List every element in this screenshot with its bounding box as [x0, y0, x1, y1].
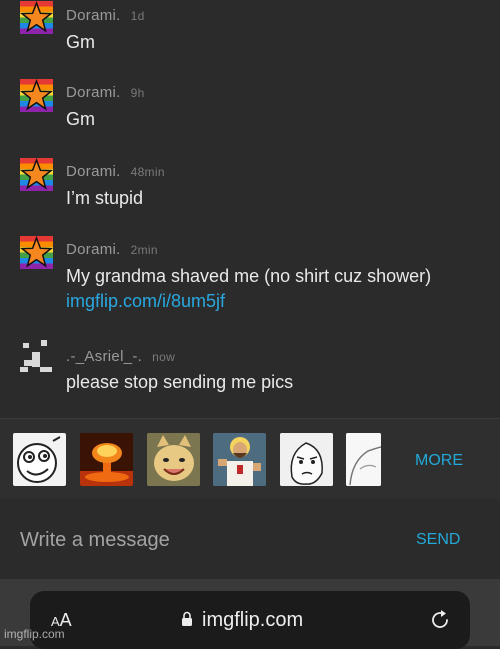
- star-icon: [20, 1, 53, 33]
- okay-guy-meme[interactable]: [280, 433, 333, 486]
- message-text: please stop sending me pics: [66, 372, 294, 392]
- address-bar[interactable]: AA imgflip.com: [30, 591, 470, 649]
- message-time: now: [152, 350, 176, 364]
- message-time: 48min: [130, 165, 165, 179]
- message-author[interactable]: .-_Asriel_-. now: [66, 348, 175, 365]
- smiling-cat-meme[interactable]: [147, 433, 200, 486]
- avatar[interactable]: [20, 236, 53, 269]
- message-time: 2min: [130, 243, 158, 257]
- star-icon: [20, 79, 53, 111]
- rage-face-meme[interactable]: [13, 433, 66, 486]
- browser-toolbar: AA imgflip.com: [0, 579, 500, 649]
- message-input[interactable]: Write a message: [20, 529, 170, 552]
- lock-icon: [182, 611, 192, 626]
- message-text: Gm: [66, 109, 95, 129]
- star-icon: [20, 158, 53, 190]
- avatar[interactable]: [20, 79, 53, 112]
- reload-icon[interactable]: [429, 609, 451, 631]
- message-text: My grandma shaved me (no shirt cuz showe…: [66, 266, 432, 286]
- message-author[interactable]: Dorami. 2min: [66, 241, 158, 258]
- message-time: 9h: [130, 86, 145, 100]
- message-link[interactable]: imgflip.com/i/8um5jf: [66, 291, 225, 312]
- message-author[interactable]: Dorami. 9h: [66, 84, 145, 101]
- url-text[interactable]: imgflip.com: [202, 609, 303, 632]
- chat-thread: Dorami. 1d Gm Dorami. 9h Gm Dorami. 48min I…: [0, 0, 500, 418]
- more-button[interactable]: MORE: [415, 452, 463, 470]
- buddy-christ-meme[interactable]: [213, 433, 266, 486]
- partial-meme[interactable]: [346, 433, 381, 486]
- message-author[interactable]: Dorami. 1d: [66, 7, 145, 24]
- message-time: 1d: [130, 9, 145, 23]
- message-composer: Write a message SEND: [0, 499, 500, 579]
- avatar[interactable]: [20, 158, 53, 191]
- nuke-explosion-meme[interactable]: [80, 433, 133, 486]
- pixel-face-avatar[interactable]: [20, 340, 53, 373]
- imgflip-watermark: imgflip.com: [4, 627, 65, 641]
- message-text: I’m stupid: [66, 188, 144, 208]
- meme-picker: MORE: [0, 418, 500, 500]
- avatar[interactable]: [20, 1, 53, 34]
- star-icon: [20, 236, 53, 268]
- message-text: Gm: [66, 32, 95, 52]
- send-button[interactable]: SEND: [416, 531, 460, 549]
- message-author[interactable]: Dorami. 48min: [66, 163, 165, 180]
